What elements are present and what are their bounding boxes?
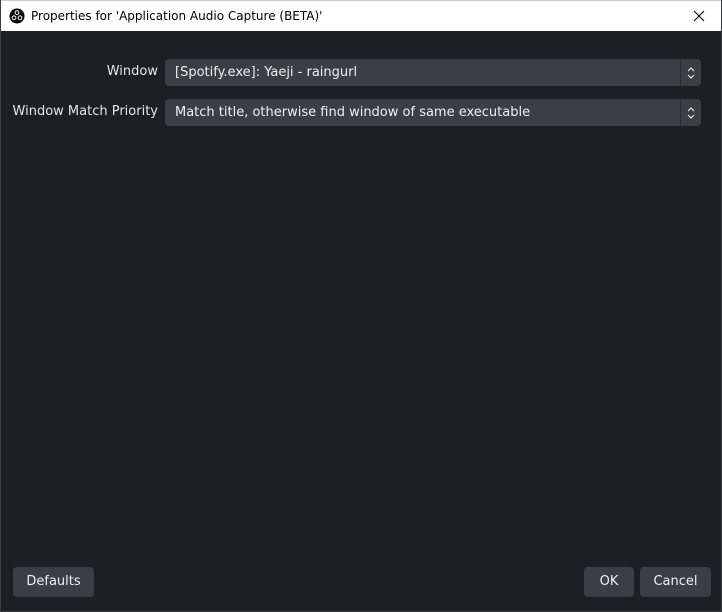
match-priority-label: Window Match Priority: [12, 104, 158, 119]
updown-arrows-icon: [680, 59, 701, 86]
window-select-value: [Spotify.exe]: Yaeji - raingurl: [175, 65, 358, 80]
match-priority-select-value: Match title, otherwise find window of sa…: [175, 105, 531, 120]
properties-dialog: Properties for 'Application Audio Captur…: [0, 0, 722, 612]
close-button[interactable]: [677, 1, 721, 31]
obs-logo-icon: [9, 8, 25, 24]
window-title: Properties for 'Application Audio Captur…: [31, 9, 323, 23]
cancel-button[interactable]: Cancel: [640, 567, 711, 597]
close-icon: [693, 7, 705, 26]
title-bar[interactable]: Properties for 'Application Audio Captur…: [1, 0, 721, 31]
window-select[interactable]: [Spotify.exe]: Yaeji - raingurl: [165, 59, 701, 86]
ok-button[interactable]: OK: [584, 567, 634, 597]
updown-arrows-icon: [680, 99, 701, 126]
window-label: Window: [106, 64, 158, 79]
match-priority-select[interactable]: Match title, otherwise find window of sa…: [165, 99, 701, 126]
defaults-button[interactable]: Defaults: [13, 567, 94, 597]
